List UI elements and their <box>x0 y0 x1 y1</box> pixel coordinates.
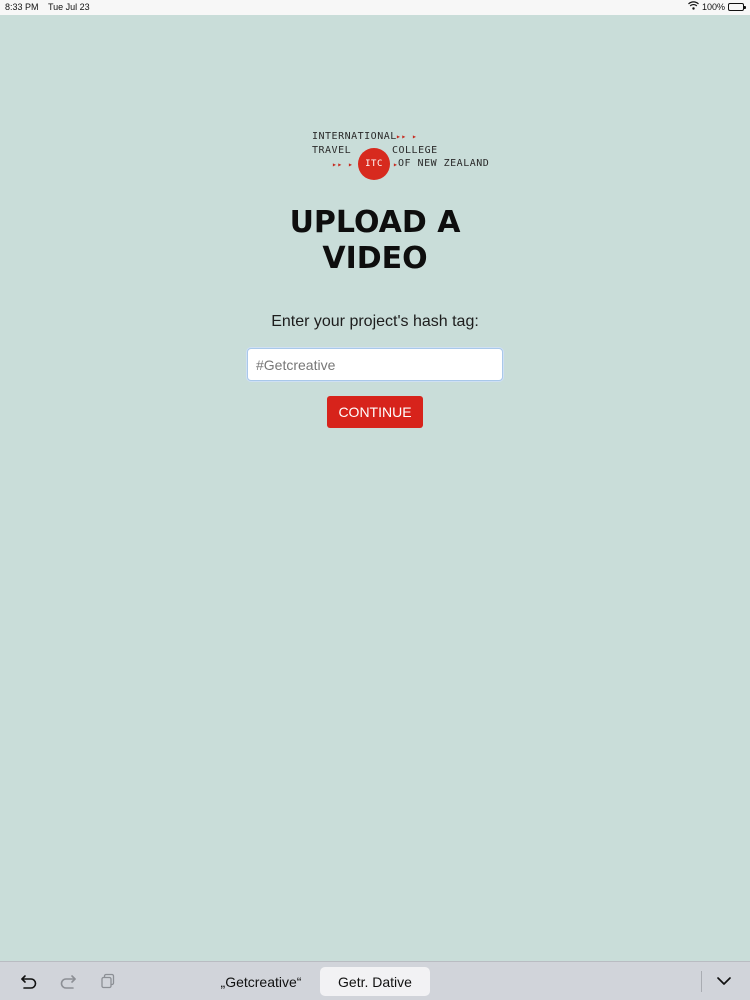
status-bar: 8:33 PM Tue Jul 23 100% <box>0 0 750 15</box>
logo-line-of-new-zealand: OF NEW ZEALAND <box>398 158 490 169</box>
dismiss-keyboard-icon[interactable] <box>714 971 734 991</box>
page-title-line-1: UPLOAD A <box>289 205 461 240</box>
logo-seal: ITC <box>358 148 390 180</box>
status-date: Tue Jul 23 <box>48 2 90 12</box>
keyboard-bar-divider <box>701 971 702 992</box>
logo-line-college: COLLEGE <box>392 145 438 156</box>
itc-logo: INTERNATIONAL ▸▸ ▸ TRAVEL COLLEGE ▸▸ ▸ I… <box>308 128 508 180</box>
suggestion-item-1[interactable]: „Getcreative“ <box>205 967 317 996</box>
undo-icon[interactable] <box>19 971 39 991</box>
battery-icon <box>728 2 746 11</box>
battery-percent: 100% <box>701 1 725 12</box>
wifi-icon <box>688 1 699 12</box>
continue-button[interactable]: CONTINUE <box>327 396 423 428</box>
status-time: 8:33 PM <box>5 2 39 12</box>
logo-arrows-left-icon: ▸▸ ▸ <box>332 160 354 169</box>
logo-arrows-icon: ▸▸ ▸ <box>396 132 418 141</box>
redo-icon[interactable] <box>58 971 78 991</box>
page-title: UPLOAD A VIDEO <box>225 205 525 277</box>
hashtag-prompt: Enter your project's hash tag: <box>271 313 479 330</box>
logo-line-international: INTERNATIONAL <box>312 131 397 142</box>
logo-line-travel: TRAVEL <box>312 145 352 156</box>
status-right: 100% <box>688 1 746 12</box>
page-title-line-2: VIDEO <box>322 241 428 276</box>
suggestion-item-2[interactable]: Getr. Dative <box>320 967 430 996</box>
hashtag-input[interactable] <box>247 348 503 381</box>
keyboard-suggestion-bar: „Getcreative“ Getr. Dative <box>0 961 750 1000</box>
paste-icon[interactable] <box>98 971 118 991</box>
